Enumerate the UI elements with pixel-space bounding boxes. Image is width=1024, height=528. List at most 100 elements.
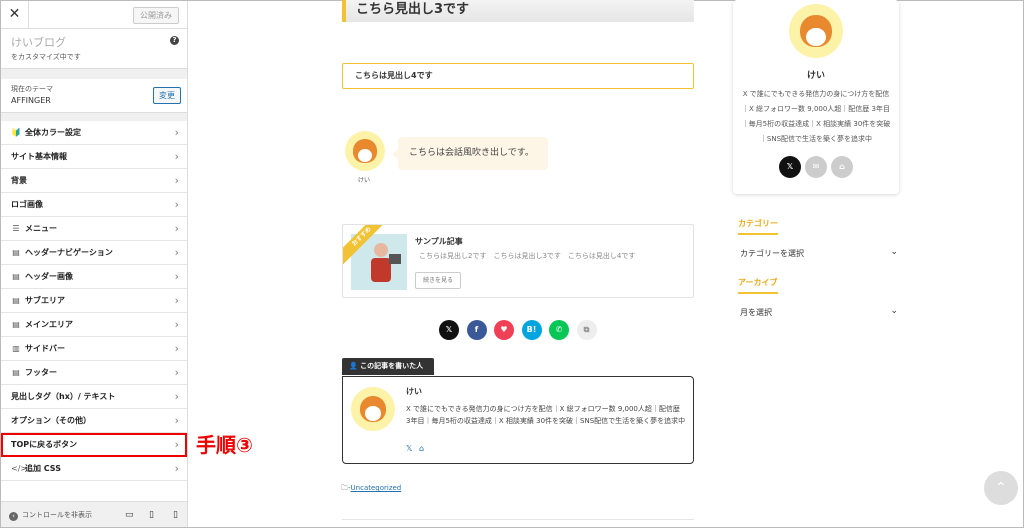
- heading-4: こちらは見出し4です: [342, 63, 694, 89]
- writer-tab-label: この記事を書いた人: [360, 362, 424, 370]
- sidebar-item[interactable]: ▤ ヘッダー画像 ›: [1, 265, 187, 289]
- sidebar-item[interactable]: 見出しタグ（hx）/ テキスト ›: [1, 385, 187, 409]
- share-copy-icon[interactable]: ⧉: [576, 320, 597, 340]
- sidebar-item[interactable]: ▤ サブエリア ›: [1, 289, 187, 313]
- sidebar-item-label: TOPに戻るボタン: [11, 440, 78, 449]
- card-title[interactable]: サンプル記事: [415, 236, 463, 247]
- heading-3-text: こちら見出し3です: [356, 2, 470, 17]
- profile-link-icon[interactable]: ✉: [805, 156, 827, 178]
- archive-select-label[interactable]: 月を選択: [740, 308, 772, 317]
- profile-name: けい: [806, 71, 825, 81]
- theme-info: 現在のテーマ AFFINGER 変更: [1, 79, 187, 113]
- chevron-right-icon: ›: [174, 342, 179, 355]
- sidebar-item[interactable]: ▤ フッター ›: [1, 361, 187, 385]
- step-annotation: 手順③: [196, 433, 253, 457]
- x-icon[interactable]: 𝕏: [406, 444, 412, 453]
- chevron-right-icon: ›: [174, 438, 179, 451]
- sidebar-item-label: ヘッダーナビゲーション: [25, 248, 113, 257]
- sidebar-item-icon: ▤: [12, 320, 20, 329]
- category-select[interactable]: カテゴリーを選択 ⌄: [740, 247, 898, 259]
- share-line-icon[interactable]: ✆: [549, 320, 569, 340]
- chevron-right-icon: ›: [174, 414, 179, 427]
- writer-bio: X で誰にでもできる発信力の身につけ方を配信｜X 総フォロワー数 9,000人超…: [406, 405, 686, 425]
- sidebar-item[interactable]: </>追加 CSS ›: [1, 457, 187, 481]
- share-x-icon[interactable]: 𝕏: [439, 320, 459, 340]
- chevron-right-icon: ›: [174, 390, 179, 403]
- sidebar-item[interactable]: 🔰 全体カラー設定 ›: [1, 121, 187, 145]
- sidebar-item[interactable]: オプション（その他） ›: [1, 409, 187, 433]
- chevron-right-icon: ›: [174, 174, 179, 187]
- divider: [738, 292, 778, 294]
- speech-bubble: こちらは会話風吹き出しです。: [392, 137, 548, 170]
- change-theme-button[interactable]: 変更: [153, 87, 181, 104]
- profile-link-icon[interactable]: ⌂: [831, 156, 853, 178]
- user-icon: 👤: [349, 362, 358, 370]
- card-excerpt: こちらは見出し2です こちらは見出し3です こちらは見出し4です: [419, 252, 636, 260]
- help-icon[interactable]: ?: [170, 36, 179, 45]
- hide-controls-icon[interactable]: ‹: [9, 512, 18, 521]
- sidebar-item-icon: 🔰: [11, 128, 21, 137]
- site-sub: をカスタマイズ中です: [11, 53, 81, 61]
- read-more-button[interactable]: 続きを見る: [415, 272, 461, 289]
- chat-avatar: [345, 131, 385, 171]
- sidebar-item-label: オプション（その他）: [11, 416, 91, 425]
- sidebar-item-label: サブエリア: [25, 296, 65, 305]
- site-name: けいブログ: [11, 36, 66, 49]
- publish-button[interactable]: 公開済み: [133, 7, 179, 24]
- tablet-preview-icon[interactable]: ▯: [149, 502, 154, 528]
- writer-links: 𝕏 ⌂: [406, 444, 424, 453]
- sidebar-item-label: 全体カラー設定: [25, 128, 81, 137]
- sidebar-item[interactable]: サイト基本情報 ›: [1, 145, 187, 169]
- archive-select[interactable]: 月を選択 ⌄: [740, 306, 898, 318]
- site-info: けいブログ をカスタマイズ中です ?: [1, 29, 187, 69]
- sidebar-item[interactable]: 背景 ›: [1, 169, 187, 193]
- shiba-icon: [359, 395, 387, 423]
- sidebar-item[interactable]: ▥ サイドバー ›: [1, 337, 187, 361]
- sidebar-item-label: メニュー: [25, 224, 57, 233]
- chevron-right-icon: ›: [174, 270, 179, 283]
- close-icon[interactable]: ✕: [1, 1, 29, 28]
- hide-controls-label[interactable]: コントロールを非表示: [22, 511, 92, 519]
- share-pocket-icon[interactable]: ♥: [494, 320, 514, 340]
- sidebar-item[interactable]: ▤ ヘッダーナビゲーション ›: [1, 241, 187, 265]
- chevron-down-icon[interactable]: ⌄: [890, 247, 898, 257]
- customizer-sidebar: ✕ 公開済み けいブログ をカスタマイズ中です ? 現在のテーマ AFFINGE…: [1, 1, 188, 527]
- category-link[interactable]: 🗀-Uncategorized: [341, 484, 401, 495]
- sidebar-item-icon: </>: [11, 464, 28, 473]
- home-icon[interactable]: ⌂: [419, 444, 424, 453]
- sidebar-item[interactable]: ロゴ画像 ›: [1, 193, 187, 217]
- folder-icon: 🗀-: [341, 484, 351, 492]
- category-link-text[interactable]: Uncategorized: [351, 484, 402, 492]
- writer-box: けい X で誰にでもできる発信力の身につけ方を配信｜X 総フォロワー数 9,00…: [342, 376, 694, 464]
- sidebar-item-label: メインエリア: [25, 320, 73, 329]
- writer-name: けい: [406, 387, 422, 396]
- divider: [342, 519, 694, 520]
- sidebar-item-label: サイト基本情報: [11, 152, 67, 161]
- category-select-label[interactable]: カテゴリーを選択: [740, 249, 804, 258]
- writer-tab: 👤 この記事を書いた人: [342, 358, 434, 375]
- related-card[interactable]: おすすめ サンプル記事 こちらは見出し2です こちらは見出し3です こちらは見出…: [342, 224, 694, 298]
- sidebar-item-label: 追加 CSS: [25, 464, 61, 473]
- sidebar-item-label: ロゴ画像: [11, 200, 43, 209]
- sidebar-item-icon: ▤: [12, 248, 20, 257]
- share-facebook-icon[interactable]: f: [466, 320, 487, 340]
- scroll-to-top-button[interactable]: ⌃: [984, 471, 1018, 505]
- sidebar-item[interactable]: ☰ メニュー ›: [1, 217, 187, 241]
- category-heading: カテゴリー: [738, 219, 778, 228]
- mobile-preview-icon[interactable]: ▯: [173, 502, 178, 528]
- sidebar-item-icon: ▤: [12, 368, 20, 377]
- share-hatena-icon[interactable]: B!: [521, 320, 542, 340]
- sidebar-item[interactable]: TOPに戻るボタン ›: [1, 433, 187, 457]
- sidebar-item-icon: ☰: [12, 224, 20, 233]
- sidebar-item-label: 見出しタグ（hx）/ テキスト: [11, 392, 116, 401]
- chevron-down-icon[interactable]: ⌄: [890, 306, 898, 316]
- profile-avatar: [789, 4, 843, 58]
- sidebar-item-label: 背景: [11, 176, 27, 185]
- spacer: [1, 69, 187, 79]
- sidebar-item[interactable]: ▤ メインエリア ›: [1, 313, 187, 337]
- chevron-right-icon: ›: [174, 246, 179, 259]
- profile-link-icon[interactable]: 𝕏: [779, 156, 801, 178]
- desktop-preview-icon[interactable]: ▭: [125, 502, 134, 528]
- chevron-right-icon: ›: [174, 462, 179, 475]
- sidebar-header: ✕ 公開済み: [1, 1, 187, 29]
